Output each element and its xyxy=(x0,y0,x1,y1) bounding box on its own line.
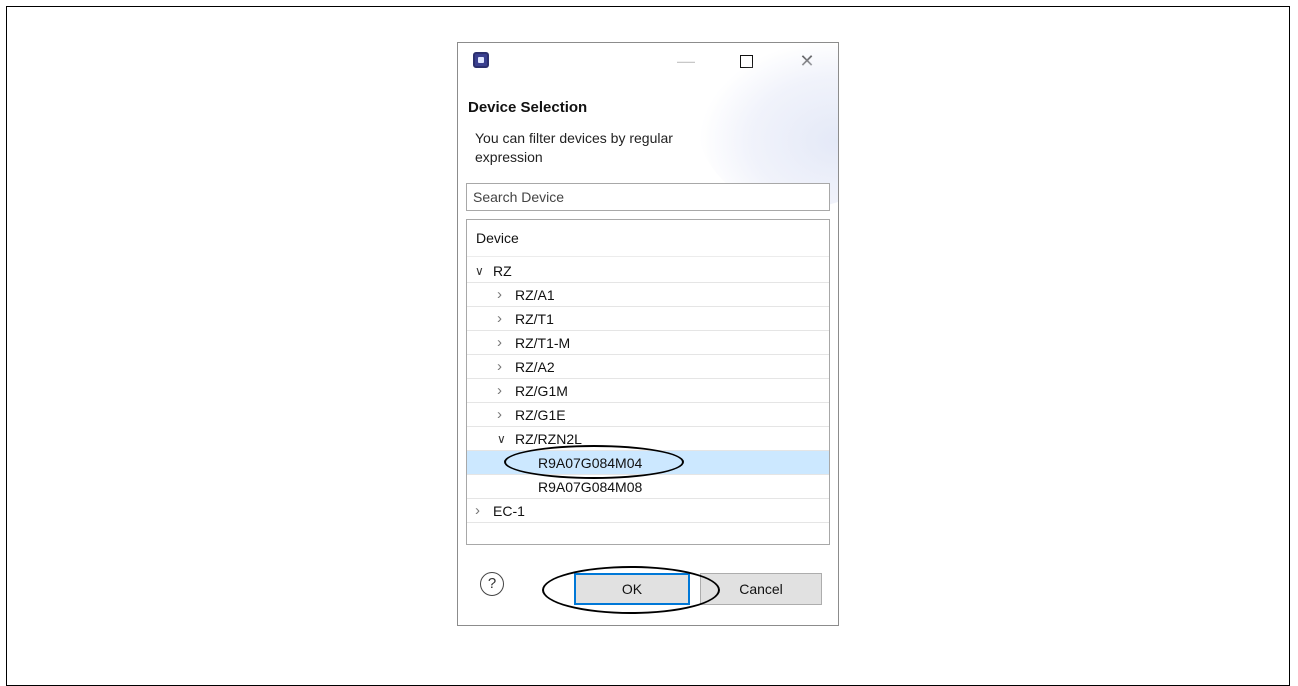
tree-item-label: RZ/T1 xyxy=(515,311,554,327)
tree-item-label: RZ/A2 xyxy=(515,359,555,375)
chevron-right-icon[interactable]: › xyxy=(497,283,502,307)
minimize-button[interactable]: — xyxy=(663,43,709,79)
chevron-right-icon[interactable]: › xyxy=(497,355,502,379)
tree-group-row[interactable]: ∨ RZ xyxy=(467,259,829,283)
chevron-right-icon[interactable]: › xyxy=(497,307,502,331)
tree-group-row[interactable]: › RZ/G1E xyxy=(467,403,829,427)
device-selection-dialog: — ✕ Device Selection You can filter devi… xyxy=(457,42,839,626)
ok-button[interactable]: OK xyxy=(574,573,690,605)
chevron-right-icon[interactable]: › xyxy=(497,331,502,355)
tree-group-row[interactable]: ∨ RZ/RZN2L xyxy=(467,427,829,451)
tree-group-row[interactable]: › RZ/G1M xyxy=(467,379,829,403)
tree-item-label: R9A07G084M04 xyxy=(538,455,643,471)
minimize-icon: — xyxy=(677,50,695,71)
chevron-right-icon[interactable]: › xyxy=(475,499,480,523)
tree-item-label: RZ/G1M xyxy=(515,383,568,399)
tree-device-row[interactable]: R9A07G084M08 xyxy=(467,475,829,499)
chevron-down-icon[interactable]: ∨ xyxy=(497,427,506,451)
tree-item-label: RZ/RZN2L xyxy=(515,431,582,447)
tree-item-label: EC-1 xyxy=(493,503,525,519)
cancel-button[interactable]: Cancel xyxy=(700,573,822,605)
tree-group-row[interactable]: › EC-1 xyxy=(467,499,829,523)
tree-header-divider xyxy=(467,256,829,257)
chevron-right-icon[interactable]: › xyxy=(497,403,502,427)
tree-item-label: RZ/G1E xyxy=(515,407,566,423)
chevron-down-icon[interactable]: ∨ xyxy=(475,259,484,283)
tree-device-row[interactable]: R9A07G084M04 xyxy=(467,451,829,475)
app-icon xyxy=(473,52,489,68)
tree-item-label: RZ/A1 xyxy=(515,287,555,303)
tree-item-label: RZ/T1-M xyxy=(515,335,571,351)
device-tree[interactable]: Device ∨ RZ › RZ/A1 › RZ/T1 › RZ/T1-M › RZ/A2 › RZ/… xyxy=(466,219,830,545)
search-device-input[interactable] xyxy=(466,183,830,211)
tree-group-row[interactable]: › RZ/A2 xyxy=(467,355,829,379)
dialog-header: Device Selection You can filter devices … xyxy=(458,43,838,209)
tree-group-row[interactable]: › RZ/T1-M xyxy=(467,331,829,355)
tree-item-label: RZ xyxy=(493,263,512,279)
tree-group-row[interactable]: › RZ/T1 xyxy=(467,307,829,331)
tree-group-row[interactable]: › RZ/A1 xyxy=(467,283,829,307)
help-icon[interactable]: ? xyxy=(480,572,504,596)
row-divider xyxy=(467,522,829,523)
dialog-description: You can filter devices by regular expres… xyxy=(475,130,673,165)
chevron-right-icon[interactable]: › xyxy=(497,379,502,403)
dialog-title: Device Selection xyxy=(468,99,588,116)
tree-column-header: Device xyxy=(476,230,519,246)
tree-item-label: R9A07G084M08 xyxy=(538,479,643,495)
